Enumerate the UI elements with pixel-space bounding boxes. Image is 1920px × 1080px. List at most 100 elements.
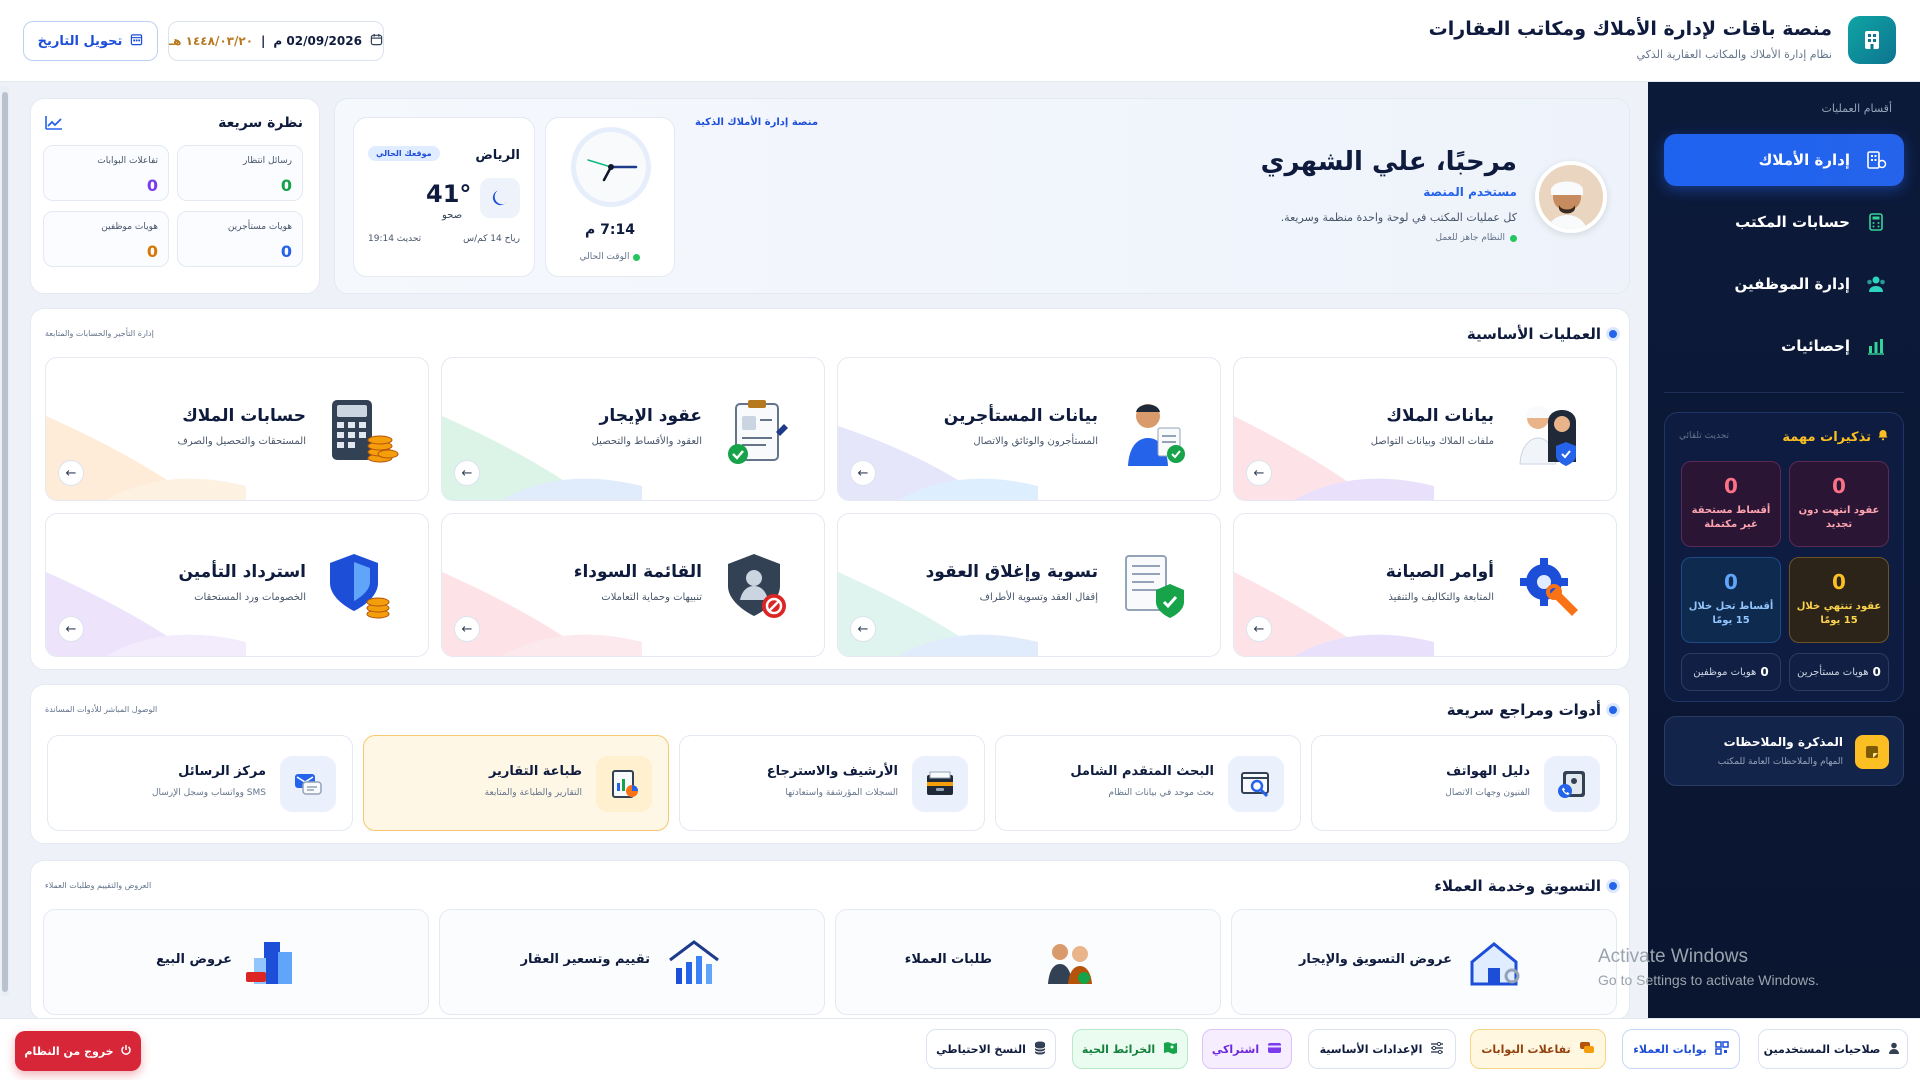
tool-phone-directory[interactable]: دليل الهواتف الفنيون وجهات الاتصال — [1311, 735, 1617, 831]
notes-title: المذكرة والملاحظات — [1723, 735, 1843, 749]
search-window-icon — [1228, 756, 1284, 812]
card-marketing-offers[interactable]: عروض التسويق والإيجار — [1231, 909, 1617, 1015]
sidebar-item-statistics[interactable]: إحصائيات — [1664, 320, 1904, 372]
location-badge[interactable]: موقعك الحالي — [368, 146, 440, 161]
arrow-left-icon[interactable]: ← — [454, 616, 480, 642]
clock-card: 7:14 م الوقت الحالي — [545, 117, 675, 277]
welcome-description: كل عمليات المكتب في لوحة واحدة منظمة وسر… — [1280, 211, 1517, 224]
tool-subtitle: السجلات المؤرشفة واستعادتها — [785, 788, 898, 798]
sidebar-item-property-management[interactable]: إدارة الأملاك — [1664, 134, 1904, 186]
messages-icon — [280, 756, 336, 812]
alert-expiring-contracts[interactable]: 0 عقود تنتهي خلال 15 يومًا — [1789, 557, 1889, 643]
stat-portal-interactions[interactable]: تفاعلات البوابات 0 — [43, 145, 169, 201]
alert-tenant-ids[interactable]: 0 هويات مستأجرين — [1789, 653, 1889, 691]
user-permissions-button[interactable]: صلاحيات المستخدمين — [1758, 1029, 1908, 1069]
calendar-icon — [370, 33, 383, 49]
card-sale-offers[interactable]: عروض البيع — [43, 909, 429, 1015]
moon-icon — [480, 178, 520, 218]
card-customer-requests[interactable]: طلبات العملاء — [835, 909, 1221, 1015]
core-operations-section: العمليات الأساسية إدارة التأجير والحسابا… — [30, 308, 1630, 670]
current-time-label: الوقت الحالي — [546, 252, 674, 262]
notes-card[interactable]: المذكرة والملاحظات المهام والملاحظات الع… — [1664, 716, 1904, 786]
tool-advanced-search[interactable]: البحث المتقدم الشامل بحث موحد في بيانات … — [995, 735, 1301, 831]
alert-expired-contracts[interactable]: 0 عقود انتهت دون تجديد — [1789, 461, 1889, 547]
calculator-icon — [1864, 210, 1888, 234]
live-maps-button[interactable]: الخرائط الحية — [1072, 1029, 1188, 1069]
arrow-left-icon[interactable]: ← — [850, 616, 876, 642]
buildings-sale-icon — [246, 942, 292, 984]
arrow-left-icon[interactable]: ← — [58, 616, 84, 642]
basic-settings-button[interactable]: الإعدادات الأساسية — [1308, 1029, 1456, 1069]
user-gear-icon — [1888, 1041, 1902, 1058]
card-subtitle: المستحقات والتحصيل والصرف — [177, 436, 306, 447]
user-role: مستخدم المنصة — [1423, 185, 1517, 199]
bell-icon — [1877, 429, 1889, 445]
arrow-left-icon[interactable]: ← — [58, 460, 84, 486]
arrow-left-icon[interactable]: ← — [454, 460, 480, 486]
customer-portals-button[interactable]: بوابات العملاء — [1622, 1029, 1740, 1069]
database-icon — [1034, 1041, 1046, 1058]
sidebar-item-office-accounts[interactable]: حسابات المكتب — [1664, 196, 1904, 248]
system-status: النظام جاهز للعمل — [1436, 233, 1517, 243]
date-separator: | — [261, 34, 266, 48]
my-subscription-button[interactable]: اشتراكي — [1202, 1029, 1292, 1069]
report-chart-icon — [596, 756, 652, 812]
arrow-left-icon[interactable]: ← — [1246, 616, 1272, 642]
marketing-section: التسويق وخدمة العملاء العروض والتقييم وط… — [30, 860, 1630, 1020]
weather-temperature: 41° — [426, 180, 472, 208]
scrollbar-thumb[interactable] — [2, 92, 8, 992]
gear-wrench-icon — [1510, 548, 1590, 628]
logout-button[interactable]: خروج من النظام — [15, 1031, 141, 1071]
tool-subtitle: بحث موحد في بيانات النظام — [1108, 788, 1215, 798]
convert-date-button[interactable]: تحويل التاريخ — [23, 21, 158, 61]
section-dot-icon — [1609, 706, 1617, 714]
user-avatar — [1535, 161, 1607, 233]
blocked-user-shield-icon — [718, 548, 798, 628]
convert-date-label: تحويل التاريخ — [37, 33, 123, 49]
card-blacklist[interactable]: القائمة السوداء تنبيهات وحماية التعاملات… — [441, 513, 825, 657]
tool-archive[interactable]: الأرشيف والاسترجاع السجلات المؤرشفة واست… — [679, 735, 985, 831]
house-chart-icon — [669, 940, 719, 984]
card-maintenance-orders[interactable]: أوامر الصيانة المتابعة والتكاليف والتنفي… — [1233, 513, 1617, 657]
card-title: القائمة السوداء — [573, 562, 702, 582]
tool-title: البحث المتقدم الشامل — [1070, 764, 1214, 779]
section-note: إدارة التأجير والحسابات والمتابعة — [45, 329, 154, 338]
portal-interactions-button[interactable]: تفاعلات البوابات — [1470, 1029, 1606, 1069]
stat-tenant-ids[interactable]: هويات مستأجرين 0 — [177, 211, 303, 267]
card-property-valuation[interactable]: تقييم وتسعير العقار — [439, 909, 825, 1015]
card-subtitle: إقفال العقد وتسوية الأطراف — [979, 592, 1098, 603]
card-contract-settlement[interactable]: تسوية وإغلاق العقود إقفال العقد وتسوية ا… — [837, 513, 1221, 657]
tool-print-reports[interactable]: طباعة التقارير التقارير والطباعة والمتاب… — [363, 735, 669, 831]
note-icon — [1855, 735, 1889, 769]
sidebar-item-employees[interactable]: إدارة الموظفين — [1664, 258, 1904, 310]
tool-message-center[interactable]: مركز الرسائل SMS وواتساب وسجل الإرسال — [47, 735, 353, 831]
sidebar-item-label: إدارة الأملاك — [1758, 151, 1850, 169]
tool-title: دليل الهواتف — [1446, 764, 1530, 779]
alert-employee-ids[interactable]: 0 هويات موظفين — [1681, 653, 1781, 691]
card-owners-data[interactable]: بيانات الملاك ملفات الملاك وبيانات التوا… — [1233, 357, 1617, 501]
card-lease-contracts[interactable]: عقود الإيجار العقود والأقساط والتحصيل ← — [441, 357, 825, 501]
house-key-icon — [1470, 942, 1520, 986]
arrow-left-icon[interactable]: ← — [850, 460, 876, 486]
calendar-grid-icon — [130, 33, 143, 50]
stat-waiting-messages[interactable]: رسائل انتظار 0 — [177, 145, 303, 201]
alert-overdue-installments[interactable]: 0 أقساط مستحقة غير مكتملة — [1681, 461, 1781, 547]
card-tenants-data[interactable]: بيانات المستأجرين المستأجرون والوثائق وا… — [837, 357, 1221, 501]
top-header: منصة باقات لإدارة الأملاك ومكاتب العقارا… — [0, 0, 1920, 82]
sliders-icon — [1430, 1041, 1444, 1058]
stat-employee-ids[interactable]: هويات موظفين 0 — [43, 211, 169, 267]
tenant-icon — [1114, 392, 1194, 472]
current-time: 7:14 م — [585, 222, 635, 238]
section-dot-icon — [1609, 330, 1617, 338]
app-subtitle: نظام إدارة الأملاك والمكاتب العقارية الذ… — [1636, 48, 1832, 61]
arrow-left-icon[interactable]: ← — [1246, 460, 1272, 486]
calculator-coins-icon — [322, 392, 402, 472]
card-title: بيانات الملاك — [1386, 406, 1494, 426]
card-deposit-refund[interactable]: استرداد التأمين الخصومات ورد المستحقات ← — [45, 513, 429, 657]
backup-button[interactable]: النسخ الاحتياطي — [926, 1029, 1056, 1069]
weather-city: الرياض — [475, 148, 520, 163]
weather-wind: رياح 14 كم/س — [463, 234, 520, 244]
alert-upcoming-installments[interactable]: 0 أقساط تحل خلال 15 يومًا — [1681, 557, 1781, 643]
app-title: منصة باقات لإدارة الأملاك ومكاتب العقارا… — [1428, 18, 1832, 40]
card-owners-accounts[interactable]: حسابات الملاك المستحقات والتحصيل والصرف … — [45, 357, 429, 501]
